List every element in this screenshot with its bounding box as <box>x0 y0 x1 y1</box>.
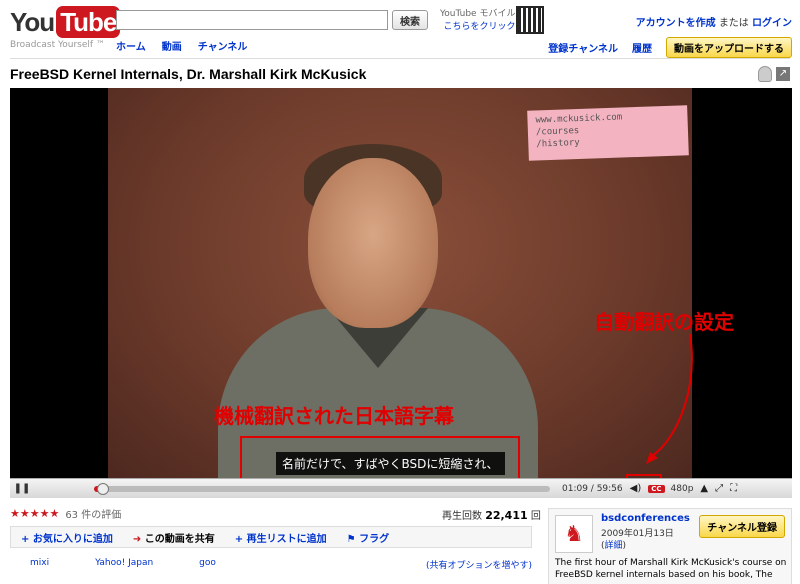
channel-name[interactable]: bsdconferences <box>601 513 690 524</box>
detail-suffix: ) <box>622 541 627 551</box>
player-controls: ❚❚ 01:09 / 59:56 ◀) CC 480p ▲ ⤢ ⛶ <box>10 478 792 498</box>
auth-links: アカウントを作成 または ログイン <box>636 14 792 29</box>
youtube-logo[interactable]: You Tube Broadcast Yourself ™ <box>10 6 121 50</box>
details-link: (詳細) <box>601 538 626 551</box>
share-options-link[interactable]: (共有オプションを増やす) <box>426 558 532 571</box>
action-bar: + お気に入りに追加 ➜ この動画を共有 + 再生リストに追加 ⚑ フラグ <box>10 526 532 548</box>
machine-translation-label: 機械翻訳された日本語字幕 <box>214 404 454 428</box>
mobile-label: YouTube モバイル <box>440 9 516 19</box>
subscribe-button[interactable]: チャンネル登録 <box>699 515 785 538</box>
qr-code-icon <box>516 6 544 34</box>
upload-button[interactable]: 動画をアップロードする <box>666 37 792 58</box>
nav-home[interactable]: ホーム <box>116 38 146 53</box>
nav-videos[interactable]: 動画 <box>162 38 182 53</box>
nav-channels[interactable]: チャンネル <box>198 38 248 53</box>
progress-bar[interactable] <box>94 482 550 495</box>
quality-selector[interactable]: 480p <box>671 484 694 494</box>
share-goo[interactable]: goo <box>199 558 216 568</box>
login-link[interactable]: ログイン <box>752 18 792 29</box>
rating-stars[interactable]: ★★★★★ <box>10 507 59 520</box>
logo-you: You <box>10 6 55 37</box>
details-label[interactable]: 詳細 <box>605 541 623 551</box>
views-label: 再生回数 <box>442 511 482 522</box>
sticky-note: www.mckusick.com /courses /history <box>527 105 689 161</box>
arrow-right-icon: ➜ <box>132 533 142 545</box>
search-bar: 検索 <box>116 10 428 30</box>
favorite-label: お気に入りに追加 <box>32 533 113 545</box>
search-button[interactable]: 検索 <box>392 10 428 30</box>
share-button[interactable]: ➜ この動画を共有 <box>133 530 215 545</box>
playlist-label: 再生リストに追加 <box>246 533 327 545</box>
video-player[interactable]: www.mckusick.com /courses /history 名前だけで… <box>10 88 792 498</box>
video-title: FreeBSD Kernel Internals, Dr. Marshall K… <box>10 66 367 82</box>
top-nav: ホーム 動画 チャンネル <box>116 38 247 53</box>
lightbulb-icon[interactable] <box>758 66 772 82</box>
cc-button[interactable]: CC <box>648 484 665 493</box>
channel-box: ♞ bsdconferences 2009年01月13日 (詳細) チャンネル登… <box>548 508 792 584</box>
view-count: 再生回数 22,411 回 <box>442 507 541 522</box>
rating: ★★★★★ 63 件の評価 <box>10 506 121 521</box>
time-display: 01:09 / 59:56 <box>562 483 623 494</box>
playlist-button[interactable]: + 再生リストに追加 <box>235 530 327 545</box>
subscriptions-link[interactable]: 登録チャンネル <box>548 40 618 55</box>
tagline: Broadcast Yourself ™ <box>10 40 105 50</box>
flag-button[interactable]: ⚑ フラグ <box>347 530 389 545</box>
share-yahoo[interactable]: Yahoo! Japan <box>95 558 153 568</box>
pause-icon[interactable]: ❚❚ <box>12 483 32 494</box>
share-mixi[interactable]: mixi <box>30 558 49 568</box>
annotation-arrow <box>646 333 693 464</box>
mobile-link[interactable]: こちらをクリック <box>440 21 515 34</box>
progress-knob[interactable] <box>97 482 110 495</box>
share-label: この動画を共有 <box>144 533 215 545</box>
rating-count: 63 件の評価 <box>65 510 122 521</box>
mobile-promo: YouTube モバイル こちらをクリック <box>440 8 515 34</box>
fullscreen-icon[interactable]: ⛶ <box>730 483 737 494</box>
chevron-up-icon[interactable]: ▲ <box>700 483 708 494</box>
video-description: The first hour of Marshall Kirk McKusick… <box>555 558 787 580</box>
user-nav: 登録チャンネル 履歴 動画をアップロードする <box>548 37 792 58</box>
views-count: 22,411 <box>485 509 528 522</box>
flag-icon: ⚑ <box>346 533 356 545</box>
search-input[interactable] <box>116 10 388 30</box>
create-account-link[interactable]: アカウントを作成 <box>636 18 716 29</box>
expand-icon[interactable]: ↗ <box>776 67 790 81</box>
person-head <box>308 158 438 328</box>
channel-avatar[interactable]: ♞ <box>555 515 593 553</box>
history-link[interactable]: 履歴 <box>632 40 652 55</box>
flag-label: フラグ <box>359 533 390 545</box>
popout-icon[interactable]: ⤢ <box>715 483 723 494</box>
volume-icon[interactable]: ◀) <box>630 483 642 494</box>
logo-tube: Tube <box>56 6 121 38</box>
views-unit: 回 <box>530 511 541 522</box>
header-divider <box>10 58 790 59</box>
favorite-button[interactable]: + お気に入りに追加 <box>21 530 113 545</box>
or-label: または <box>718 18 749 29</box>
